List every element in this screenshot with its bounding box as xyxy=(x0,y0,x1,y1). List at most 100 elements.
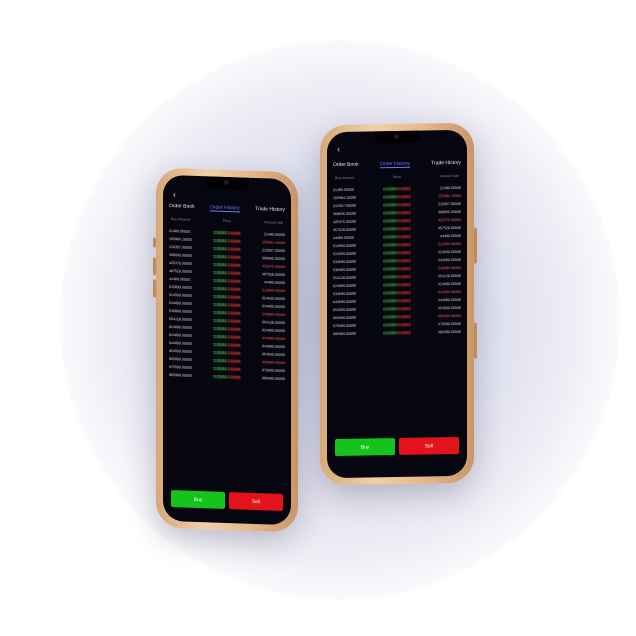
sell-price: 0.16061 xyxy=(227,231,241,236)
buy-price: 0.15052 xyxy=(213,246,227,251)
sell-amount: 536689.00000 xyxy=(438,265,461,271)
sell-price: 0.16061 xyxy=(227,287,241,292)
sell-amount: 675589.00000 xyxy=(262,368,285,374)
tab-trade-history[interactable]: Trade History xyxy=(255,206,285,214)
buy-price: 0.15052 xyxy=(383,259,397,264)
buy-amount: 644689.00000 xyxy=(169,340,192,346)
volume-up-button xyxy=(153,257,156,276)
buy-amount: 514589.00000 xyxy=(333,243,356,249)
buy-amount: 685989.00000 xyxy=(169,372,192,378)
buy-button[interactable]: Buy xyxy=(171,490,225,509)
tab-order-history[interactable]: Order History xyxy=(380,160,410,169)
sell-amount: 44489.00000 xyxy=(264,280,285,286)
buy-amount: 534689.00000 xyxy=(169,300,192,306)
buy-price: 0.15052 xyxy=(213,286,227,291)
sell-price: 0.16061 xyxy=(397,306,411,311)
buy-amount: 368695.00000 xyxy=(333,211,356,217)
order-book: 21489.00000 0.15052 0.16061 21489.00000 1559… xyxy=(169,227,285,383)
buy-amount: 536689.00000 xyxy=(333,267,356,273)
buy-price: 0.15052 xyxy=(213,342,227,347)
buy-amount: 368695.00000 xyxy=(169,252,192,258)
buy-amount: 654509.00000 xyxy=(169,348,192,354)
volume-down-button xyxy=(153,279,156,298)
tab-order-book[interactable]: Order Book xyxy=(169,203,195,211)
back-icon[interactable]: ‹ xyxy=(173,189,176,199)
power-button xyxy=(474,227,477,264)
sell-amount: 155984.10000 xyxy=(438,193,461,199)
sell-price: 0.16061 xyxy=(227,263,241,268)
buy-price: 0.15052 xyxy=(213,254,227,259)
sell-price: 0.16061 xyxy=(227,359,241,364)
column-headers: Buy Amount Price Amount Sell xyxy=(335,174,459,180)
buy-amount: 219357.00000 xyxy=(333,203,356,209)
sell-price: 0.16061 xyxy=(397,242,411,247)
buy-price: 0.15052 xyxy=(213,302,227,307)
sell-price: 0.16061 xyxy=(227,367,241,372)
buy-amount: 624689.00000 xyxy=(333,283,356,289)
buy-amount: 457528.00000 xyxy=(333,227,356,233)
sell-price: 0.16061 xyxy=(227,375,241,380)
tab-order-book[interactable]: Order Book xyxy=(333,162,359,169)
buy-amount: 554128.00000 xyxy=(169,316,192,322)
buy-price: 0.15052 xyxy=(383,331,397,336)
sell-amount: 554128.00000 xyxy=(262,320,285,326)
sell-price: 0.16061 xyxy=(227,303,241,308)
col-amount-sell: Amount Sell xyxy=(264,220,283,225)
buy-amount: 685989.00000 xyxy=(333,331,356,337)
buy-price: 0.15052 xyxy=(213,270,227,275)
sell-amount: 634689.00000 xyxy=(262,336,285,342)
sell-price: 0.16061 xyxy=(397,194,411,199)
sell-amount: 624689.00000 xyxy=(262,328,285,334)
back-icon[interactable]: ‹ xyxy=(337,144,340,154)
sell-amount: 368695.00000 xyxy=(262,256,285,262)
sell-price: 0.16061 xyxy=(227,239,241,244)
sell-amount: 685989.00000 xyxy=(262,376,285,382)
buy-amount: 425375.00000 xyxy=(169,260,192,266)
sell-price: 0.16061 xyxy=(397,274,411,279)
sell-price: 0.16061 xyxy=(227,295,241,300)
sell-amount: 644689.00000 xyxy=(262,344,285,350)
buy-button[interactable]: Buy xyxy=(335,438,395,457)
sell-price: 0.16061 xyxy=(397,186,411,191)
buy-price: 0.15052 xyxy=(383,275,397,280)
buy-amount: 665689.00000 xyxy=(333,315,356,321)
column-headers: Buy Amount Price Amount Sell xyxy=(171,217,283,225)
sell-amount: 515899.00000 xyxy=(262,288,285,294)
sell-button[interactable]: Sell xyxy=(399,436,459,455)
sell-price: 0.16061 xyxy=(397,282,411,287)
buy-amount: 624689.00000 xyxy=(169,324,192,330)
tab-trade-history[interactable]: Trade History xyxy=(431,160,461,168)
sell-price: 0.16061 xyxy=(397,322,411,327)
sell-price: 0.16061 xyxy=(397,258,411,263)
col-price: Price xyxy=(223,218,231,224)
tab-bar: Order Book Order History Trade History xyxy=(169,203,285,214)
buy-amount: 155984.10000 xyxy=(333,195,356,201)
col-buy-amount: Buy Amount xyxy=(335,175,354,181)
sell-amount: 665689.00000 xyxy=(438,313,461,319)
tab-order-history[interactable]: Order History xyxy=(210,204,240,213)
col-buy-amount: Buy Amount xyxy=(171,217,190,222)
sell-amount: 536889.00000 xyxy=(262,312,285,318)
sell-amount: 219357.00000 xyxy=(438,201,461,207)
sell-amount: 554128.00000 xyxy=(438,273,461,279)
buy-amount: 515899.00000 xyxy=(169,284,192,290)
buy-amount: 634689.00000 xyxy=(333,291,356,297)
sell-price: 0.16061 xyxy=(227,247,241,252)
buy-price: 0.15052 xyxy=(213,278,227,283)
notch xyxy=(375,130,419,144)
sell-amount: 624689.00000 xyxy=(438,281,461,287)
buy-amount: 155984.10000 xyxy=(169,236,192,242)
buy-amount: 665689.00000 xyxy=(169,356,192,362)
sell-amount: 675689.00000 xyxy=(438,321,461,327)
buy-price: 0.15052 xyxy=(383,211,397,216)
buy-price: 0.15052 xyxy=(213,294,227,299)
buy-amount: 654509.00000 xyxy=(333,307,356,313)
mute-switch xyxy=(153,237,156,248)
sell-amount: 467528.00000 xyxy=(262,272,285,278)
buy-price: 0.15052 xyxy=(383,283,397,288)
buy-amount: 44489.00000 xyxy=(333,235,354,241)
sell-amount: 654509.00000 xyxy=(262,352,285,358)
sell-button[interactable]: Sell xyxy=(229,492,283,511)
trade-actions: Buy Sell xyxy=(335,436,459,457)
buy-price: 0.15052 xyxy=(383,251,397,256)
